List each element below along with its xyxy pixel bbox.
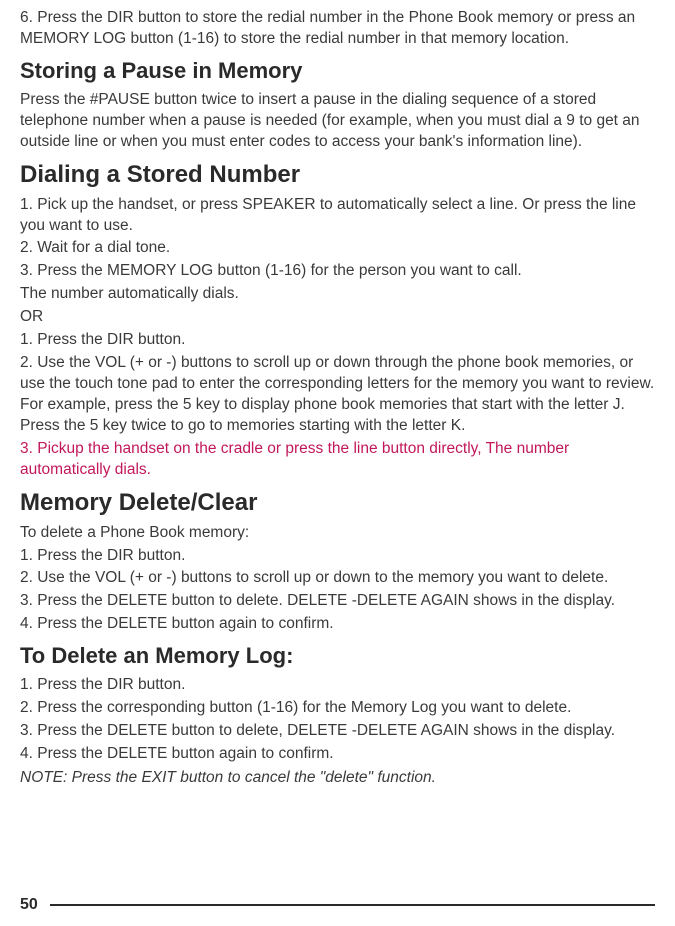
page-number: 50 xyxy=(20,896,38,914)
heading-memory-delete: Memory Delete/Clear xyxy=(20,489,655,517)
heading-storing-pause: Storing a Pause in Memory xyxy=(20,58,655,84)
dialing-alt-step-3-highlighted: 3. Pickup the handset on the cradle or p… xyxy=(20,439,655,481)
delete-step-3: 3. Press the DELETE button to delete. DE… xyxy=(20,591,655,612)
delete-log-step-1: 1. Press the DIR button. xyxy=(20,675,655,696)
dialing-or: OR xyxy=(20,307,655,328)
dialing-step-3: 3. Press the MEMORY LOG button (1-16) fo… xyxy=(20,261,655,282)
intro-paragraph: 6. Press the DIR button to store the red… xyxy=(20,8,655,50)
dialing-auto-note: The number automatically dials. xyxy=(20,284,655,305)
delete-step-4: 4. Press the DELETE button again to conf… xyxy=(20,614,655,635)
page-footer: 50 xyxy=(20,896,655,914)
dialing-step-2: 2. Wait for a dial tone. xyxy=(20,238,655,259)
storing-pause-paragraph: Press the #PAUSE button twice to insert … xyxy=(20,90,655,153)
heading-dialing-stored: Dialing a Stored Number xyxy=(20,161,655,189)
dialing-step-1: 1. Pick up the handset, or press SPEAKER… xyxy=(20,195,655,237)
delete-log-step-3: 3. Press the DELETE button to delete, DE… xyxy=(20,721,655,742)
heading-delete-memory-log: To Delete an Memory Log: xyxy=(20,643,655,669)
delete-log-step-2: 2. Press the corresponding button (1-16)… xyxy=(20,698,655,719)
delete-log-step-4: 4. Press the DELETE button again to conf… xyxy=(20,744,655,765)
dialing-alt-step-1: 1. Press the DIR button. xyxy=(20,330,655,351)
dialing-alt-step-2: 2. Use the VOL (+ or -) buttons to scrol… xyxy=(20,353,655,437)
delete-step-2: 2. Use the VOL (+ or -) buttons to scrol… xyxy=(20,568,655,589)
delete-note: NOTE: Press the EXIT button to cancel th… xyxy=(20,769,655,787)
delete-intro: To delete a Phone Book memory: xyxy=(20,523,655,544)
footer-line xyxy=(50,904,655,906)
delete-step-1: 1. Press the DIR button. xyxy=(20,546,655,567)
